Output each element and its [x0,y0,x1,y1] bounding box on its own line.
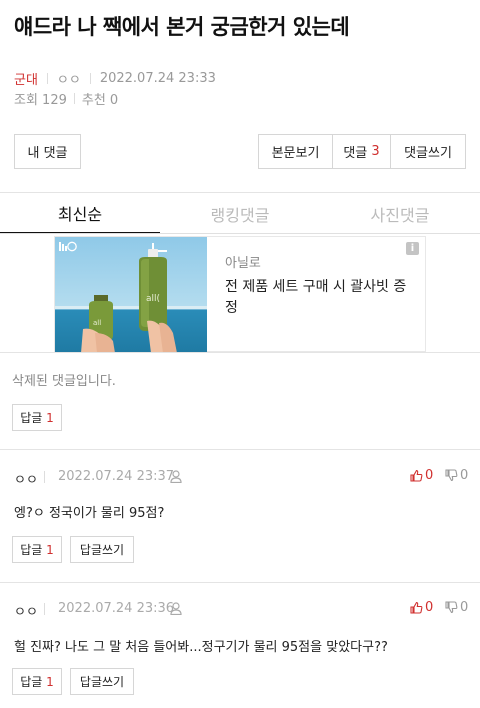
tab-photo[interactable]: 사진댓글 [320,194,480,234]
comments-label: 댓글 [343,146,368,161]
my-comments-button[interactable]: 내 댓글 [14,134,81,169]
reply-count: 1 [46,410,54,425]
section-divider [0,192,480,193]
reply-label: 답글 [20,411,43,425]
deleted-comment-text: 삭제된 댓글입니다. [12,374,116,389]
post-meta: 군대 ㅇㅇ 2022.07.24 23:33 [14,69,216,88]
section-divider [0,449,480,450]
comment-date: 2022.07.24 23:36 [58,601,175,616]
post-stats: 조회 129 추천 0 [14,89,118,108]
downvote-button[interactable]: 0 [445,600,468,615]
reply-label: 답글 [20,543,43,557]
comment-body: 엥?ㅇ 정국이가 물리 95점? [14,506,165,521]
user-icon [170,470,182,483]
section-divider [0,582,480,583]
reply-count: 1 [46,674,54,689]
upvote-button[interactable]: 0 [410,468,433,483]
reply-count-button[interactable]: 답글 1 [12,536,62,563]
user-icon [170,602,182,615]
write-reply-button[interactable]: 답글쓰기 [70,536,134,563]
comment-author[interactable]: ㅇㅇ [14,469,38,488]
view-count: 조회 129 [14,93,67,108]
thumbs-down-icon [445,469,458,482]
ad-product-image: all( all [55,237,207,353]
meta-divider [44,471,45,483]
reply-count: 1 [46,542,54,557]
write-reply-button[interactable]: 답글쓰기 [70,668,134,695]
tab-ranking[interactable]: 랭킹댓글 [160,194,320,234]
comment-body: 헐 진짜? 나도 그 말 처음 들어봐...정구기가 물리 95점을 맞았다구?… [14,640,388,655]
downvote-count: 0 [460,600,469,615]
ad-banner[interactable]: all( all 아닐로 전 제품 세트 구매 시 괄사빗 증정 i [54,236,426,353]
meta-divider [46,73,48,84]
post-author[interactable]: ㅇㅇ [57,69,81,88]
section-divider [0,352,480,353]
ad-info-icon[interactable]: i [406,242,419,255]
post-date: 2022.07.24 23:33 [99,71,216,86]
upvote-count: 0 [425,600,434,615]
upvote-button[interactable]: 0 [410,600,433,615]
meta-divider [89,73,91,84]
view-post-button[interactable]: 본문보기 [259,135,333,168]
tab-latest[interactable]: 최신순 [0,194,160,234]
ad-brand-name: 아닐로 [225,256,261,271]
downvote-count: 0 [460,468,469,483]
svg-text:all: all [93,319,101,327]
comments-button[interactable]: 댓글 3 [333,135,391,168]
reply-label: 답글 [20,675,43,689]
svg-text:all(: all( [146,294,160,304]
thumbs-up-icon [410,469,423,482]
comment-date: 2022.07.24 23:37 [58,469,175,484]
write-comment-button[interactable]: 댓글쓰기 [391,135,465,168]
comment-author[interactable]: ㅇㅇ [14,601,38,620]
ad-headline[interactable]: 전 제품 세트 구매 시 괄사빗 증정 [225,277,410,319]
board-name[interactable]: 군대 [14,69,38,88]
post-action-group: 본문보기 댓글 3 댓글쓰기 [258,134,466,169]
reply-count-button[interactable]: 답글 1 [12,404,62,431]
thumbs-down-icon [445,601,458,614]
comment-sort-tabs: 최신순 랭킹댓글 사진댓글 [0,194,480,234]
downvote-button[interactable]: 0 [445,468,468,483]
meta-divider [73,93,75,104]
recommend-count: 추천 0 [81,93,119,108]
comments-count: 3 [371,144,380,159]
tabs-underline [0,233,480,234]
upvote-count: 0 [425,468,434,483]
post-title: 얘드라 나 짹에서 본거 궁금한거 있는데 [14,15,350,39]
reply-count-button[interactable]: 답글 1 [12,668,62,695]
comment-page: 얘드라 나 짹에서 본거 궁금한거 있는데 군대 ㅇㅇ 2022.07.24 2… [0,0,480,708]
meta-divider [44,603,45,615]
thumbs-up-icon [410,601,423,614]
